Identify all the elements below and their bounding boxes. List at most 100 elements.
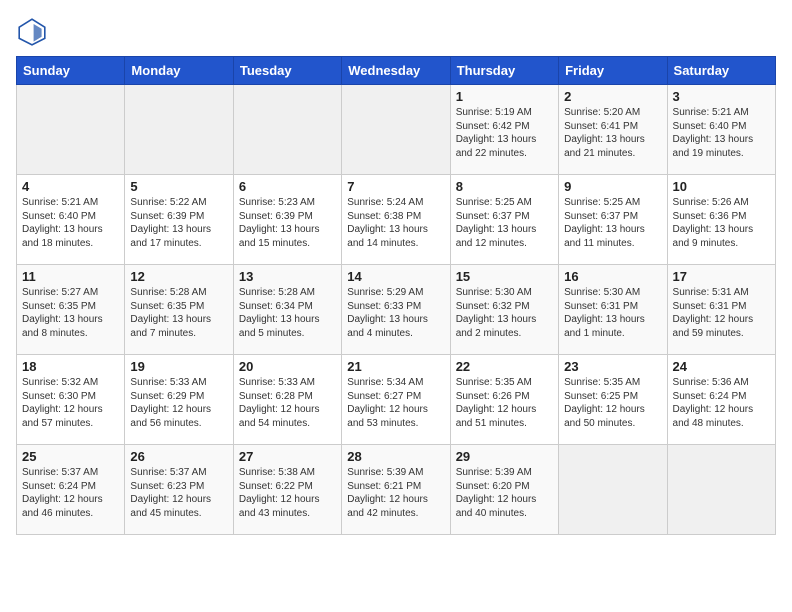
day-info: Sunrise: 5:31 AM Sunset: 6:31 PM Dayligh… <box>673 286 770 340</box>
calendar-cell: 16 Sunrise: 5:30 AM Sunset: 6:31 PM Dayli… <box>559 265 667 355</box>
calendar-header: SundayMondayTuesdayWednesdayThursdayFrid… <box>17 57 776 85</box>
day-number: 15 <box>456 269 553 284</box>
calendar-cell <box>17 85 125 175</box>
day-number: 11 <box>22 269 119 284</box>
day-info: Sunrise: 5:20 AM Sunset: 6:41 PM Dayligh… <box>564 106 661 160</box>
day-info: Sunrise: 5:35 AM Sunset: 6:26 PM Dayligh… <box>456 376 553 430</box>
calendar-cell: 1 Sunrise: 5:19 AM Sunset: 6:42 PM Daylig… <box>450 85 558 175</box>
day-info: Sunrise: 5:34 AM Sunset: 6:27 PM Dayligh… <box>347 376 444 430</box>
calendar-cell: 18 Sunrise: 5:32 AM Sunset: 6:30 PM Dayli… <box>17 355 125 445</box>
day-number: 21 <box>347 359 444 374</box>
calendar-cell: 8 Sunrise: 5:25 AM Sunset: 6:37 PM Daylig… <box>450 175 558 265</box>
day-number: 5 <box>130 179 227 194</box>
day-info: Sunrise: 5:33 AM Sunset: 6:29 PM Dayligh… <box>130 376 227 430</box>
header-cell-monday: Monday <box>125 57 233 85</box>
day-info: Sunrise: 5:21 AM Sunset: 6:40 PM Dayligh… <box>22 196 119 250</box>
calendar-cell: 5 Sunrise: 5:22 AM Sunset: 6:39 PM Daylig… <box>125 175 233 265</box>
calendar-cell: 20Sunrise: 5:33 AM Sunset: 6:28 PM Dayli… <box>233 355 341 445</box>
calendar-cell: 24Sunrise: 5:36 AM Sunset: 6:24 PM Dayli… <box>667 355 775 445</box>
day-number: 3 <box>673 89 770 104</box>
calendar-cell: 29 Sunrise: 5:39 AM Sunset: 6:20 PM Dayli… <box>450 445 558 535</box>
header-cell-saturday: Saturday <box>667 57 775 85</box>
day-info: Sunrise: 5:38 AM Sunset: 6:22 PM Dayligh… <box>239 466 336 520</box>
calendar-cell: 14 Sunrise: 5:29 AM Sunset: 6:33 PM Dayli… <box>342 265 450 355</box>
day-number: 29 <box>456 449 553 464</box>
day-info: Sunrise: 5:37 AM Sunset: 6:23 PM Dayligh… <box>130 466 227 520</box>
header-row: SundayMondayTuesdayWednesdayThursdayFrid… <box>17 57 776 85</box>
calendar-cell <box>233 85 341 175</box>
day-number: 4 <box>22 179 119 194</box>
day-number: 25 <box>22 449 119 464</box>
day-info: Sunrise: 5:23 AM Sunset: 6:39 PM Dayligh… <box>239 196 336 250</box>
calendar-cell: 26 Sunrise: 5:37 AM Sunset: 6:23 PM Dayli… <box>125 445 233 535</box>
calendar-cell <box>342 85 450 175</box>
day-info: Sunrise: 5:30 AM Sunset: 6:31 PM Dayligh… <box>564 286 661 340</box>
calendar-cell: 22 Sunrise: 5:35 AM Sunset: 6:26 PM Dayli… <box>450 355 558 445</box>
day-number: 17 <box>673 269 770 284</box>
day-number: 9 <box>564 179 661 194</box>
day-info: Sunrise: 5:25 AM Sunset: 6:37 PM Dayligh… <box>456 196 553 250</box>
day-number: 26 <box>130 449 227 464</box>
header <box>16 16 776 48</box>
calendar-week-5: 25 Sunrise: 5:37 AM Sunset: 6:24 PM Dayli… <box>17 445 776 535</box>
day-number: 2 <box>564 89 661 104</box>
day-info: Sunrise: 5:30 AM Sunset: 6:32 PM Dayligh… <box>456 286 553 340</box>
calendar-body: 1 Sunrise: 5:19 AM Sunset: 6:42 PM Daylig… <box>17 85 776 535</box>
day-info: Sunrise: 5:32 AM Sunset: 6:30 PM Dayligh… <box>22 376 119 430</box>
day-number: 20 <box>239 359 336 374</box>
day-info: Sunrise: 5:26 AM Sunset: 6:36 PM Dayligh… <box>673 196 770 250</box>
calendar-cell: 23 Sunrise: 5:35 AM Sunset: 6:25 PM Dayli… <box>559 355 667 445</box>
day-info: Sunrise: 5:22 AM Sunset: 6:39 PM Dayligh… <box>130 196 227 250</box>
calendar-table: SundayMondayTuesdayWednesdayThursdayFrid… <box>16 56 776 535</box>
day-number: 10 <box>673 179 770 194</box>
calendar-cell: 2 Sunrise: 5:20 AM Sunset: 6:41 PM Daylig… <box>559 85 667 175</box>
day-info: Sunrise: 5:28 AM Sunset: 6:34 PM Dayligh… <box>239 286 336 340</box>
header-cell-tuesday: Tuesday <box>233 57 341 85</box>
day-info: Sunrise: 5:27 AM Sunset: 6:35 PM Dayligh… <box>22 286 119 340</box>
calendar-cell <box>667 445 775 535</box>
logo-icon <box>16 16 48 48</box>
calendar-cell: 10 Sunrise: 5:26 AM Sunset: 6:36 PM Dayli… <box>667 175 775 265</box>
day-info: Sunrise: 5:39 AM Sunset: 6:20 PM Dayligh… <box>456 466 553 520</box>
calendar-cell: 3 Sunrise: 5:21 AM Sunset: 6:40 PM Daylig… <box>667 85 775 175</box>
header-cell-thursday: Thursday <box>450 57 558 85</box>
day-number: 14 <box>347 269 444 284</box>
day-number: 7 <box>347 179 444 194</box>
day-number: 1 <box>456 89 553 104</box>
calendar-cell <box>559 445 667 535</box>
day-info: Sunrise: 5:24 AM Sunset: 6:38 PM Dayligh… <box>347 196 444 250</box>
day-info: Sunrise: 5:29 AM Sunset: 6:33 PM Dayligh… <box>347 286 444 340</box>
calendar-cell: 9 Sunrise: 5:25 AM Sunset: 6:37 PM Daylig… <box>559 175 667 265</box>
calendar-cell: 13 Sunrise: 5:28 AM Sunset: 6:34 PM Dayli… <box>233 265 341 355</box>
day-info: Sunrise: 5:28 AM Sunset: 6:35 PM Dayligh… <box>130 286 227 340</box>
day-number: 16 <box>564 269 661 284</box>
calendar-cell: 7 Sunrise: 5:24 AM Sunset: 6:38 PM Daylig… <box>342 175 450 265</box>
calendar-cell: 11 Sunrise: 5:27 AM Sunset: 6:35 PM Dayli… <box>17 265 125 355</box>
calendar-cell: 27 Sunrise: 5:38 AM Sunset: 6:22 PM Dayli… <box>233 445 341 535</box>
day-info: Sunrise: 5:19 AM Sunset: 6:42 PM Dayligh… <box>456 106 553 160</box>
day-info: Sunrise: 5:37 AM Sunset: 6:24 PM Dayligh… <box>22 466 119 520</box>
day-number: 13 <box>239 269 336 284</box>
calendar-cell: 19 Sunrise: 5:33 AM Sunset: 6:29 PM Dayli… <box>125 355 233 445</box>
day-info: Sunrise: 5:25 AM Sunset: 6:37 PM Dayligh… <box>564 196 661 250</box>
day-number: 18 <box>22 359 119 374</box>
calendar-cell: 15 Sunrise: 5:30 AM Sunset: 6:32 PM Dayli… <box>450 265 558 355</box>
logo <box>16 16 52 48</box>
day-number: 27 <box>239 449 336 464</box>
calendar-week-1: 1 Sunrise: 5:19 AM Sunset: 6:42 PM Daylig… <box>17 85 776 175</box>
day-info: Sunrise: 5:21 AM Sunset: 6:40 PM Dayligh… <box>673 106 770 160</box>
day-number: 28 <box>347 449 444 464</box>
calendar-cell: 28Sunrise: 5:39 AM Sunset: 6:21 PM Dayli… <box>342 445 450 535</box>
calendar-cell: 25 Sunrise: 5:37 AM Sunset: 6:24 PM Dayli… <box>17 445 125 535</box>
calendar-week-3: 11 Sunrise: 5:27 AM Sunset: 6:35 PM Dayli… <box>17 265 776 355</box>
day-number: 8 <box>456 179 553 194</box>
calendar-cell <box>125 85 233 175</box>
day-number: 23 <box>564 359 661 374</box>
day-number: 19 <box>130 359 227 374</box>
header-cell-wednesday: Wednesday <box>342 57 450 85</box>
header-cell-friday: Friday <box>559 57 667 85</box>
day-number: 22 <box>456 359 553 374</box>
calendar-cell: 21 Sunrise: 5:34 AM Sunset: 6:27 PM Dayli… <box>342 355 450 445</box>
day-info: Sunrise: 5:35 AM Sunset: 6:25 PM Dayligh… <box>564 376 661 430</box>
day-number: 6 <box>239 179 336 194</box>
